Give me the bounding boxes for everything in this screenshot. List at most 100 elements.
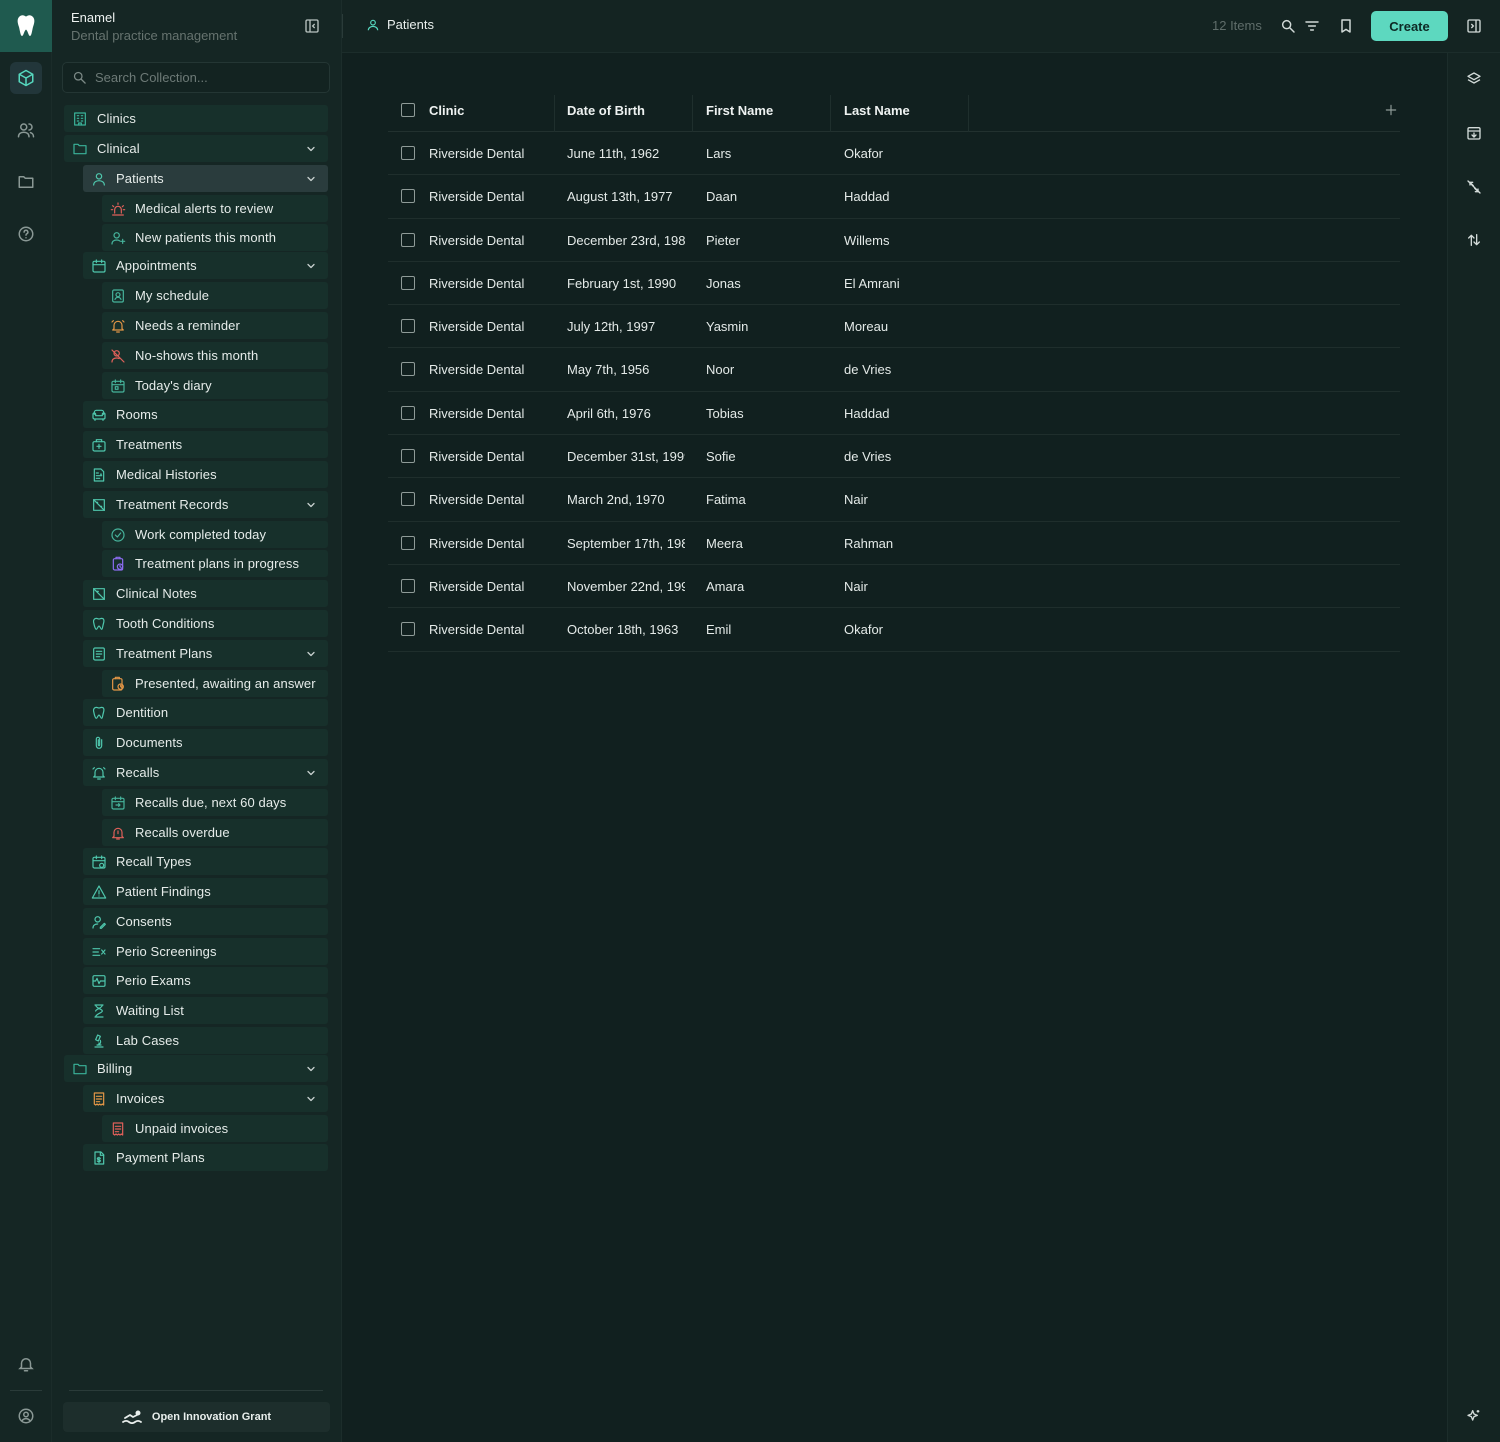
select-all-checkbox[interactable] <box>401 103 415 117</box>
sidebar-item-invoices[interactable]: Invoices <box>83 1085 328 1112</box>
sidebar-item-no-shows-this-month[interactable]: No-shows this month <box>102 342 328 369</box>
sidebar-toggle-icon[interactable] <box>302 16 322 36</box>
sidebar-item-treatment-records[interactable]: Treatment Records <box>83 491 328 518</box>
table-cell-last-name[interactable]: Haddad <box>844 175 964 218</box>
row-checkbox[interactable] <box>401 449 415 464</box>
table-cell-first-name[interactable]: Noor <box>706 348 826 391</box>
chevron-down-icon[interactable] <box>303 1061 319 1077</box>
table-cell-clinic[interactable]: Riverside Dental <box>429 565 554 608</box>
table-cell-clinic[interactable]: Riverside Dental <box>429 392 554 435</box>
breadcrumb[interactable]: Patients <box>366 17 434 32</box>
bookmark-icon[interactable] <box>1336 16 1356 36</box>
row-checkbox[interactable] <box>401 319 415 334</box>
table-cell-first-name[interactable]: Pieter <box>706 219 826 262</box>
table-cell-date-of-birth[interactable]: December 31st, 1999 <box>567 435 685 478</box>
table-cell-date-of-birth[interactable]: December 23rd, 1985 <box>567 219 685 262</box>
table-cell-clinic[interactable]: Riverside Dental <box>429 219 554 262</box>
sidebar-item-rooms[interactable]: Rooms <box>83 401 328 428</box>
table-cell-first-name[interactable]: Sofie <box>706 435 826 478</box>
table-cell-last-name[interactable]: Moreau <box>844 305 964 348</box>
table-row[interactable]: Riverside Dental April 6th, 1976 Tobias Had… <box>388 392 1400 436</box>
sidebar-item-dentition[interactable]: Dentition <box>83 699 328 726</box>
sparkles-icon[interactable] <box>1464 1406 1484 1426</box>
sidebar-item-work-completed-today[interactable]: Work completed today <box>102 521 328 548</box>
add-column-icon[interactable] <box>1383 102 1399 118</box>
sidebar-item-billing[interactable]: Billing <box>64 1055 328 1082</box>
table-cell-last-name[interactable]: Rahman <box>844 522 964 565</box>
sidebar-item-documents[interactable]: Documents <box>83 729 328 756</box>
column-resizer[interactable] <box>692 95 693 132</box>
sidebar-item-perio-screenings[interactable]: Perio Screenings <box>83 938 328 965</box>
table-cell-first-name[interactable]: Emil <box>706 608 826 651</box>
chevron-down-icon[interactable] <box>303 171 319 187</box>
table-cell-date-of-birth[interactable]: February 1st, 1990 <box>567 262 685 305</box>
layers-icon[interactable] <box>1464 69 1484 89</box>
table-cell-first-name[interactable]: Amara <box>706 565 826 608</box>
table-cell-clinic[interactable]: Riverside Dental <box>429 262 554 305</box>
row-checkbox[interactable] <box>401 362 415 377</box>
row-checkbox[interactable] <box>401 275 415 290</box>
sidebar-item-clinics[interactable]: Clinics <box>64 105 328 132</box>
sidebar-item-patient-findings[interactable]: Patient Findings <box>83 878 328 905</box>
table-row[interactable]: Riverside Dental December 23rd, 1985 Piete… <box>388 219 1400 262</box>
table-cell-last-name[interactable]: El Amrani <box>844 262 964 305</box>
table-cell-last-name[interactable]: Nair <box>844 565 964 608</box>
table-cell-clinic[interactable]: Riverside Dental <box>429 132 554 175</box>
table-cell-last-name[interactable]: Okafor <box>844 132 964 175</box>
row-checkbox[interactable] <box>401 146 415 160</box>
users-icon[interactable] <box>10 114 42 146</box>
row-checkbox[interactable] <box>401 622 415 637</box>
table-cell-first-name[interactable]: Daan <box>706 175 826 218</box>
sidebar-item-clinical-notes[interactable]: Clinical Notes <box>83 580 328 607</box>
app-logo[interactable] <box>0 0 52 52</box>
table-row[interactable]: Riverside Dental September 17th, 1983 Meer… <box>388 522 1400 565</box>
table-cell-date-of-birth[interactable]: June 11th, 1962 <box>567 132 685 175</box>
sidebar-item-recalls-overdue[interactable]: Recalls overdue <box>102 819 328 846</box>
table-cell-last-name[interactable]: Nair <box>844 478 964 521</box>
table-cell-first-name[interactable]: Yasmin <box>706 305 826 348</box>
row-checkbox[interactable] <box>401 535 415 550</box>
column-header-first-name[interactable]: First Name <box>706 89 773 132</box>
table-row[interactable]: Riverside Dental December 31st, 1999 Sofie… <box>388 435 1400 479</box>
panel-toggle-icon[interactable] <box>1464 16 1484 36</box>
chevron-down-icon[interactable] <box>303 258 319 274</box>
sidebar-item-medical-histories[interactable]: Medical Histories <box>83 461 328 488</box>
table-cell-clinic[interactable]: Riverside Dental <box>429 348 554 391</box>
account-icon[interactable] <box>10 1400 42 1432</box>
unlink-icon[interactable] <box>1464 177 1484 197</box>
table-cell-last-name[interactable]: de Vries <box>844 348 964 391</box>
bell-icon[interactable] <box>10 1348 42 1380</box>
table-cell-date-of-birth[interactable]: August 13th, 1977 <box>567 175 685 218</box>
chevron-down-icon[interactable] <box>303 141 319 157</box>
sidebar-item-consents[interactable]: Consents <box>83 908 328 935</box>
table-cell-clinic[interactable]: Riverside Dental <box>429 435 554 478</box>
sidebar-item-treatment-plans-in-progress[interactable]: Treatment plans in progress <box>102 550 328 577</box>
column-resizer[interactable] <box>968 95 969 132</box>
table-cell-clinic[interactable]: Riverside Dental <box>429 175 554 218</box>
row-checkbox[interactable] <box>401 492 415 507</box>
table-row[interactable]: Riverside Dental March 2nd, 1970 Fatima Nai… <box>388 478 1400 522</box>
sidebar-item-unpaid-invoices[interactable]: Unpaid invoices <box>102 1115 328 1142</box>
table-cell-first-name[interactable]: Meera <box>706 522 826 565</box>
search-box[interactable] <box>62 62 330 93</box>
table-cell-last-name[interactable]: Okafor <box>844 608 964 651</box>
table-cell-first-name[interactable]: Lars <box>706 132 826 175</box>
sidebar-item-recall-types[interactable]: Recall Types <box>83 848 328 875</box>
table-cell-first-name[interactable]: Jonas <box>706 262 826 305</box>
sidebar-item-tooth-conditions[interactable]: Tooth Conditions <box>83 610 328 637</box>
table-cell-date-of-birth[interactable]: March 2nd, 1970 <box>567 478 685 521</box>
create-button[interactable]: Create <box>1371 11 1448 41</box>
sidebar-item-clinical[interactable]: Clinical <box>64 135 328 162</box>
table-cell-date-of-birth[interactable]: May 7th, 1956 <box>567 348 685 391</box>
table-cell-last-name[interactable]: de Vries <box>844 435 964 478</box>
table-row[interactable]: Riverside Dental November 22nd, 1994 Amara… <box>388 565 1400 609</box>
search-icon[interactable] <box>1278 16 1298 36</box>
column-resizer[interactable] <box>830 95 831 132</box>
sidebar-item-payment-plans[interactable]: Payment Plans <box>83 1144 328 1171</box>
sidebar-item-recalls-due-next-60-days[interactable]: Recalls due, next 60 days <box>102 789 328 816</box>
table-cell-date-of-birth[interactable]: October 18th, 1963 <box>567 608 685 651</box>
table-row[interactable]: Riverside Dental June 11th, 1962 Lars Okafo… <box>388 132 1400 176</box>
archive-download-icon[interactable] <box>1464 123 1484 143</box>
sidebar-item-waiting-list[interactable]: Waiting List <box>83 997 328 1024</box>
sort-arrows-icon[interactable] <box>1464 230 1484 250</box>
